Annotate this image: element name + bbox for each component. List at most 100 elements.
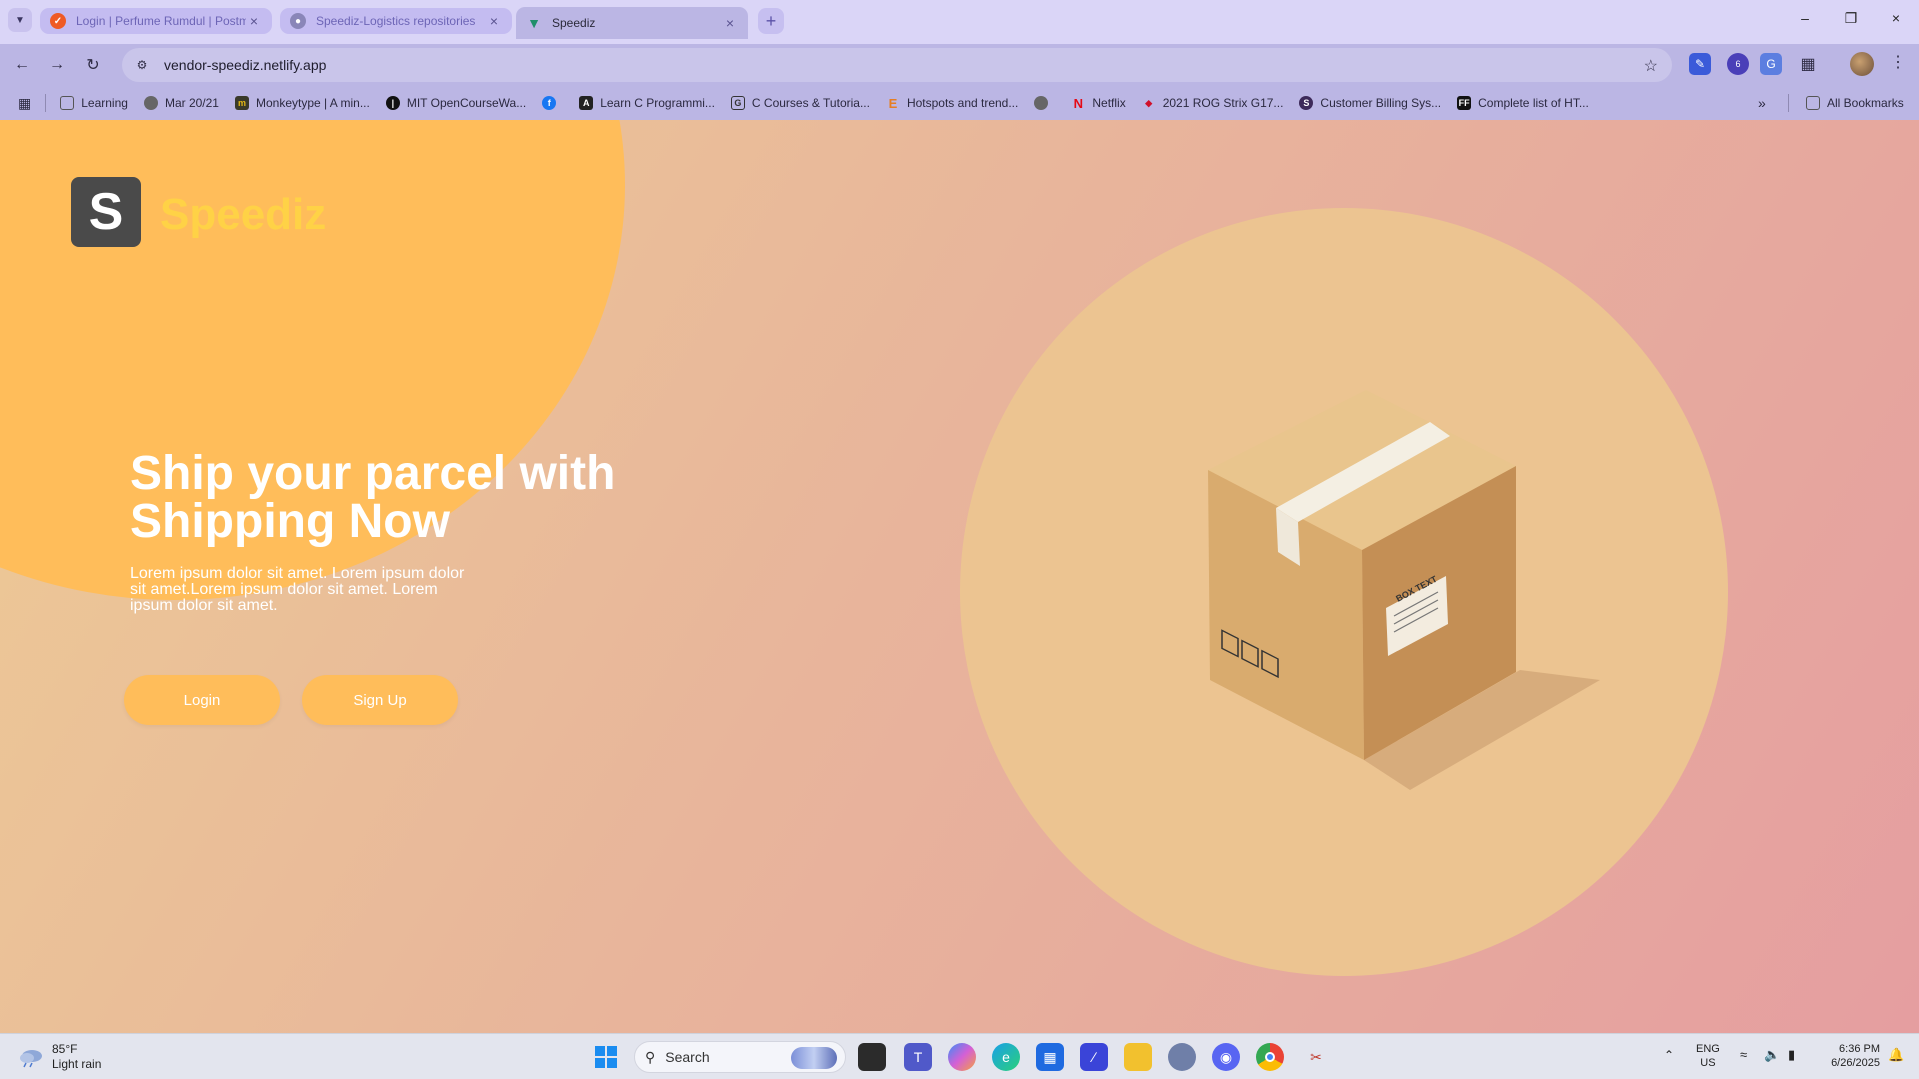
apps-grid-icon[interactable]: ▦ (18, 95, 31, 112)
all-bookmarks-label: All Bookmarks (1827, 96, 1904, 110)
discord-icon[interactable]: ◉ (1212, 1043, 1240, 1071)
wifi-icon[interactable]: ≈ (1740, 1048, 1747, 1062)
reload-button[interactable]: ↻ (80, 52, 106, 78)
bookmark-label: Monkeytype | A min... (255, 96, 370, 110)
bookmark-learning[interactable]: Learning (60, 96, 128, 110)
tab-search-button[interactable]: ▼ (8, 8, 32, 32)
bookmark-mit[interactable]: | MIT OpenCourseWa... (385, 96, 527, 110)
extension-pen-icon[interactable]: ✎ (1689, 53, 1711, 75)
tab-strip: ▼ ✓ Login | Perfume Rumdul | Postman × ●… (0, 0, 1919, 44)
st-icon: S (1299, 96, 1314, 110)
menu-icon[interactable]: ⋮ (1890, 52, 1906, 72)
facebook-icon: f (542, 96, 557, 110)
clock[interactable]: 6:36 PM 6/26/2025 (1820, 1042, 1880, 1070)
back-button[interactable]: ← (9, 52, 35, 78)
site-info-icon[interactable]: ⚙ (134, 57, 150, 73)
postman-icon: ✓ (50, 13, 66, 29)
forward-button[interactable]: → (44, 52, 70, 78)
file-explorer-icon[interactable] (1124, 1043, 1152, 1071)
logo[interactable]: S (71, 177, 141, 247)
brand-name: Speediz (160, 190, 327, 239)
mit-icon: | (385, 96, 400, 110)
avatar[interactable] (1850, 52, 1874, 76)
close-icon[interactable]: × (246, 13, 262, 29)
bookmark-label: Netflix (1092, 96, 1126, 110)
bookmark-html[interactable]: FF Complete list of HT... (1457, 96, 1589, 110)
chrome-icon[interactable] (1256, 1043, 1284, 1071)
all-bookmarks[interactable]: All Bookmarks (1806, 96, 1904, 110)
lang-primary: ENG (1696, 1043, 1720, 1055)
windows-start-icon[interactable] (592, 1043, 620, 1071)
divider (45, 94, 47, 112)
tab-postman[interactable]: ✓ Login | Perfume Rumdul | Postman × (40, 8, 272, 34)
bookmark-monkeytype[interactable]: m Monkeytype | A min... (234, 96, 370, 110)
bookmark-rog[interactable]: ◆ 2021 ROG Strix G17... (1142, 96, 1283, 110)
browser-toolbar: ← → ↻ ⚙ vendor-speediz.netlify.app ☆ ✎ 6… (0, 44, 1919, 126)
signup-button[interactable]: Sign Up (302, 675, 458, 725)
more-bookmarks-icon[interactable]: » (1758, 95, 1766, 111)
bookmark-label: Customer Billing Sys... (1320, 96, 1442, 110)
login-button[interactable]: Login (124, 675, 280, 725)
notifications-icon[interactable]: 🔔 (1888, 1048, 1904, 1062)
bookmark-learn-c[interactable]: A Learn C Programmi... (579, 96, 715, 110)
minimize-button[interactable]: – (1795, 10, 1815, 26)
extensions-puzzle-icon[interactable]: ▦ (1797, 53, 1819, 75)
tab-speediz[interactable]: ▼ Speediz × (516, 7, 748, 39)
hero-headline: Ship your parcel with Shipping Now (130, 447, 616, 548)
weather-widget[interactable]: 85°F Light rain (18, 1042, 101, 1072)
url-text[interactable]: vendor-speediz.netlify.app (164, 57, 326, 73)
close-window-button[interactable]: × (1886, 10, 1906, 26)
clock-date: 6/26/2025 (1831, 1057, 1880, 1069)
teams-icon[interactable]: T (904, 1043, 932, 1071)
close-icon[interactable]: × (486, 13, 502, 29)
task-view-icon[interactable] (858, 1043, 886, 1071)
edge-icon[interactable]: e (992, 1043, 1020, 1071)
search-label: Search (665, 1049, 710, 1065)
clock-time: 6:36 PM (1839, 1043, 1880, 1055)
taskbar-search[interactable]: ⚲ Search (634, 1041, 846, 1073)
snipping-tool-icon[interactable]: ✂ (1302, 1043, 1330, 1071)
address-bar[interactable]: ⚙ vendor-speediz.netlify.app ☆ (122, 48, 1672, 82)
weather-temp: 85°F (52, 1042, 78, 1056)
rain-cloud-icon (20, 1050, 42, 1068)
tab-title: Speediz (552, 16, 596, 30)
extension-badge-count: 6 (1735, 59, 1741, 69)
globe-icon[interactable] (1168, 1043, 1196, 1071)
extension-badge-icon[interactable]: 6 (1727, 53, 1749, 75)
bookmark-billing[interactable]: S Customer Billing Sys... (1299, 96, 1441, 110)
bookmark-hotspots[interactable]: E Hotspots and trend... (886, 96, 1019, 111)
bookmark-label: MIT OpenCourseWa... (406, 96, 527, 110)
speediz-landing: S Speediz Ship your parcel with Shipping… (0, 120, 1919, 1033)
folder-icon (60, 96, 75, 110)
language-indicator[interactable]: ENG US (1696, 1042, 1720, 1070)
logo-letter: S (88, 183, 124, 241)
vscode-icon[interactable]: ∕ (1080, 1043, 1108, 1071)
parcel-box-illustration: BOX TEXT (1208, 390, 1600, 790)
rog-icon: ◆ (1145, 97, 1153, 108)
bookmark-label: Learn C Programmi... (600, 96, 715, 110)
bookmark-c-courses[interactable]: G C Courses & Tutoria... (730, 96, 870, 110)
bookmark-star-icon[interactable]: ☆ (1644, 56, 1658, 76)
volume-icon[interactable]: 🔈 (1764, 1048, 1780, 1062)
battery-icon[interactable]: ▮ (1788, 1048, 1795, 1062)
translate-icon[interactable]: G (1760, 53, 1782, 75)
chevron-up-icon[interactable]: ⌃ (1664, 1048, 1674, 1062)
copilot-icon[interactable] (948, 1043, 976, 1071)
store-icon[interactable]: ▦ (1036, 1043, 1064, 1071)
bookmark-facebook[interactable]: f (542, 96, 563, 110)
search-icon: ⚲ (645, 1048, 656, 1065)
new-tab-button[interactable]: + (758, 8, 784, 34)
close-icon[interactable]: × (722, 15, 738, 31)
windows-taskbar: 85°F Light rain ⚲ Search T e ▦ ∕ ◉ ✂ ⌃ E… (0, 1033, 1919, 1079)
bookmark-netflix[interactable]: N Netflix (1071, 96, 1126, 111)
bookmark-label: Complete list of HT... (1478, 96, 1589, 110)
bookmark-label: Hotspots and trend... (906, 96, 1019, 110)
tab-github[interactable]: ● Speediz-Logistics repositories × (280, 8, 512, 34)
restore-button[interactable]: ❐ (1841, 10, 1861, 27)
tab-title: Login | Perfume Rumdul | Postman (76, 14, 246, 28)
bookmark-mar[interactable]: Mar 20/21 (143, 96, 219, 110)
hero-body-text: Lorem ipsum dolor sit amet. Lorem ipsum … (130, 565, 465, 614)
bookmark-globe[interactable] (1034, 96, 1055, 110)
ff-icon: FF (1457, 96, 1472, 110)
globe-icon (1034, 96, 1049, 110)
